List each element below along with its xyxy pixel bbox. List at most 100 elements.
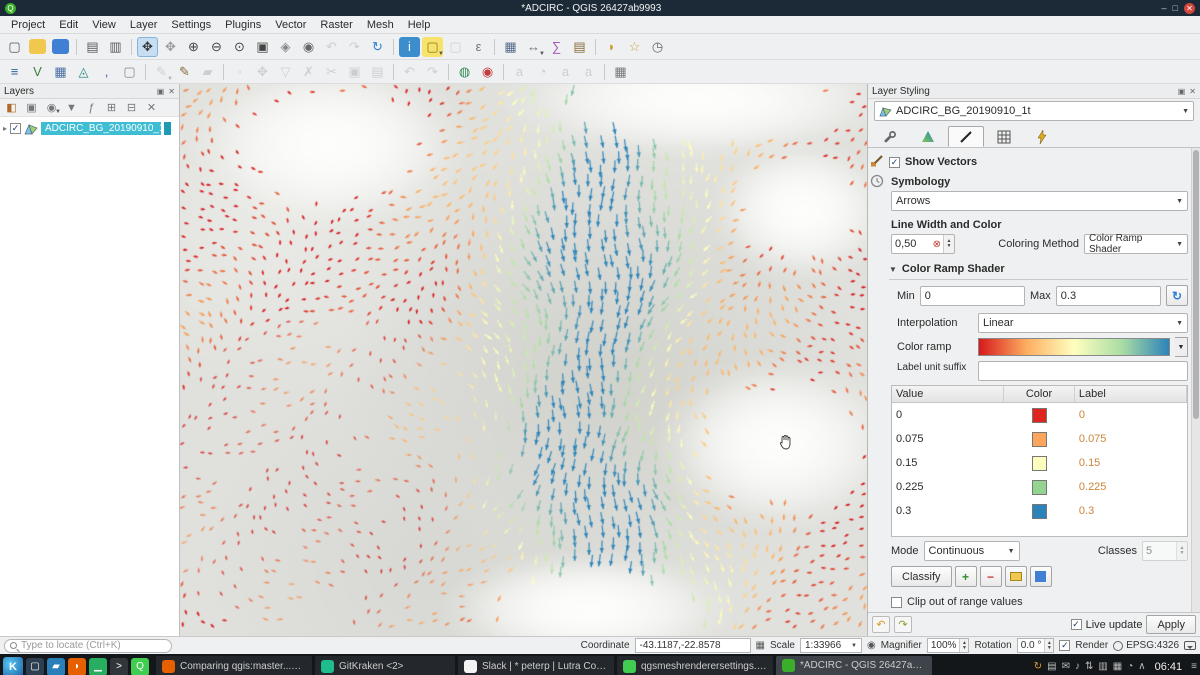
- display-icon[interactable]: ▤: [1047, 661, 1056, 672]
- add-postgis-layer-icon[interactable]: ▢: [119, 62, 140, 82]
- label-pin-icon[interactable]: a: [555, 62, 576, 82]
- add-group-icon[interactable]: ▣: [23, 100, 40, 115]
- shader-table-row[interactable]: 0.30.3: [892, 499, 1187, 523]
- load-ramp-button[interactable]: [1005, 566, 1027, 587]
- close-panel-icon[interactable]: ✕: [1189, 87, 1196, 96]
- crs-indicator[interactable]: EPSG:4326: [1113, 640, 1179, 651]
- save-project-icon[interactable]: [52, 39, 69, 54]
- vertex-tool-icon[interactable]: ▽: [275, 62, 296, 82]
- new-print-layout-icon[interactable]: ▤: [82, 37, 103, 57]
- firefox-icon[interactable]: ◗: [68, 658, 86, 675]
- move-feature-icon[interactable]: ✥: [252, 62, 273, 82]
- add-delimited-text-icon[interactable]: ,: [96, 62, 117, 82]
- python-console-icon[interactable]: ▦: [610, 62, 631, 82]
- extent-toggle-icon[interactable]: ▦: [756, 640, 765, 651]
- coloring-method-combo[interactable]: Color Ramp Shader ▼: [1084, 234, 1188, 254]
- cut-features-icon[interactable]: ✂: [321, 62, 342, 82]
- menu-project[interactable]: Project: [4, 18, 52, 32]
- filter-legend-icon[interactable]: ▼: [63, 100, 80, 115]
- tab-virtual-attributes[interactable]: [1024, 126, 1060, 147]
- pan-to-selection-icon[interactable]: ✥: [160, 37, 181, 57]
- classes-spinbox[interactable]: 5 ▲▼: [1142, 541, 1188, 561]
- interpolation-combo[interactable]: Linear ▼: [978, 313, 1188, 333]
- layer-labeling-icon[interactable]: a: [509, 62, 530, 82]
- tab-contours[interactable]: [910, 126, 946, 147]
- add-raster-layer-icon[interactable]: ▦: [50, 62, 71, 82]
- layer-row[interactable]: ▸ ✓ ADCIRC_BG_20190910_1t: [0, 120, 179, 137]
- zoom-out-icon[interactable]: ⊖: [206, 37, 227, 57]
- qt-creator-icon[interactable]: Q: [131, 658, 149, 675]
- toggle-editing-icon[interactable]: ✎: [174, 62, 195, 82]
- row-color-swatch[interactable]: [1004, 504, 1075, 519]
- clear-value-icon[interactable]: ⊗: [931, 235, 943, 253]
- copy-features-icon[interactable]: ▣: [344, 62, 365, 82]
- menu-edit[interactable]: Edit: [52, 18, 85, 32]
- label-move-icon[interactable]: a: [578, 62, 599, 82]
- paste-features-icon[interactable]: ▤: [367, 62, 388, 82]
- redo-icon[interactable]: ↷: [422, 62, 443, 82]
- layer-diagram-icon[interactable]: ◔: [532, 62, 553, 82]
- clip-out-of-range-checkbox[interactable]: [891, 597, 902, 608]
- open-attribute-table-icon[interactable]: ▦: [500, 37, 521, 57]
- updates-icon[interactable]: ↻: [1034, 661, 1042, 672]
- statistical-summary-icon[interactable]: ∑: [546, 37, 567, 57]
- task-firefox[interactable]: Comparing qgis:master...vcl...: [156, 656, 312, 675]
- messages-icon[interactable]: [1184, 641, 1196, 650]
- metasearch-icon[interactable]: ◍: [454, 62, 475, 82]
- undo-icon[interactable]: ↶: [399, 62, 420, 82]
- task-qtcreator[interactable]: qgsmeshrenderersettings.h...: [617, 656, 773, 675]
- add-mesh-layer-icon[interactable]: ◬: [73, 62, 94, 82]
- symbology-combo[interactable]: Arrows ▼: [891, 191, 1188, 211]
- color-column-header[interactable]: Color: [1004, 386, 1075, 402]
- task-gitkraken[interactable]: GitKraken <2>: [315, 656, 455, 675]
- new-bookmark-icon[interactable]: ☆: [624, 37, 645, 57]
- select-by-expression-icon[interactable]: ε: [468, 37, 489, 57]
- live-update-checkbox[interactable]: ✓: [1071, 619, 1082, 630]
- dropdown-arrow-icon[interactable]: ▼: [167, 76, 173, 82]
- map-canvas-area[interactable]: [180, 84, 868, 636]
- clipboard-icon[interactable]: ▥: [1098, 661, 1107, 672]
- audio-volume-icon[interactable]: ♪: [1075, 661, 1080, 672]
- zoom-full-icon[interactable]: ▣: [252, 37, 273, 57]
- task-slack[interactable]: Slack | * peterp | Lutra Con...: [458, 656, 614, 675]
- styling-layer-selector[interactable]: ADCIRC_BG_20190910_1t ▼: [874, 101, 1194, 121]
- remove-value-button[interactable]: −: [980, 566, 1002, 587]
- menu-mesh[interactable]: Mesh: [360, 18, 401, 32]
- gps-tracking-icon[interactable]: ◉: [477, 62, 498, 82]
- label-column-header[interactable]: Label: [1075, 386, 1187, 402]
- menu-settings[interactable]: Settings: [164, 18, 218, 32]
- field-calculator-icon[interactable]: ▤: [569, 37, 590, 57]
- styling-scrollbar[interactable]: [1191, 148, 1200, 612]
- magnifier-spinbox[interactable]: 100% ▲▼: [927, 638, 970, 653]
- dropdown-arrow-icon[interactable]: ▼: [55, 109, 61, 115]
- remove-layer-icon[interactable]: ✕: [143, 100, 160, 115]
- pan-map-icon[interactable]: ✥: [137, 37, 158, 57]
- filter-by-expression-icon[interactable]: ƒ: [83, 100, 100, 115]
- undo-style-icon[interactable]: ↶: [872, 616, 890, 633]
- open-layer-styling-panel-icon[interactable]: ◧: [3, 100, 20, 115]
- layer-visibility-checkbox[interactable]: ✓: [10, 123, 21, 134]
- expand-all-icon[interactable]: ⊞: [103, 100, 120, 115]
- rotation-spinbox[interactable]: 0.0 ° ▲▼: [1017, 638, 1055, 653]
- deselect-features-icon[interactable]: ▢: [445, 37, 466, 57]
- locator-search[interactable]: Type to locate (Ctrl+K): [4, 639, 172, 653]
- zoom-next-icon[interactable]: ↷: [344, 37, 365, 57]
- keyboard-icon[interactable]: ▦: [1113, 661, 1122, 672]
- line-width-spinbox[interactable]: 0,50 ⊗ ▲▼: [891, 234, 955, 254]
- reload-min-max-icon[interactable]: ↻: [1166, 285, 1188, 306]
- menu-raster[interactable]: Raster: [313, 18, 359, 32]
- dock-panel-icon[interactable]: ▣: [1178, 87, 1186, 96]
- refresh-map-icon[interactable]: ↻: [367, 37, 388, 57]
- menu-plugins[interactable]: Plugins: [218, 18, 268, 32]
- value-column-header[interactable]: Value: [892, 386, 1004, 402]
- history-clock-icon[interactable]: [870, 174, 884, 188]
- system-monitor-icon[interactable]: ▁: [89, 658, 107, 675]
- network-icon[interactable]: ⇅: [1085, 661, 1093, 672]
- dock-panel-icon[interactable]: ▣: [157, 87, 165, 96]
- notifications-icon[interactable]: ◔: [1127, 661, 1133, 672]
- tab-general-settings[interactable]: [872, 126, 908, 147]
- measure-line-icon[interactable]: ↔▼: [523, 37, 544, 57]
- row-color-swatch[interactable]: [1004, 480, 1075, 495]
- close-icon[interactable]: ✕: [1184, 3, 1195, 14]
- zoom-to-layer-icon[interactable]: ◉: [298, 37, 319, 57]
